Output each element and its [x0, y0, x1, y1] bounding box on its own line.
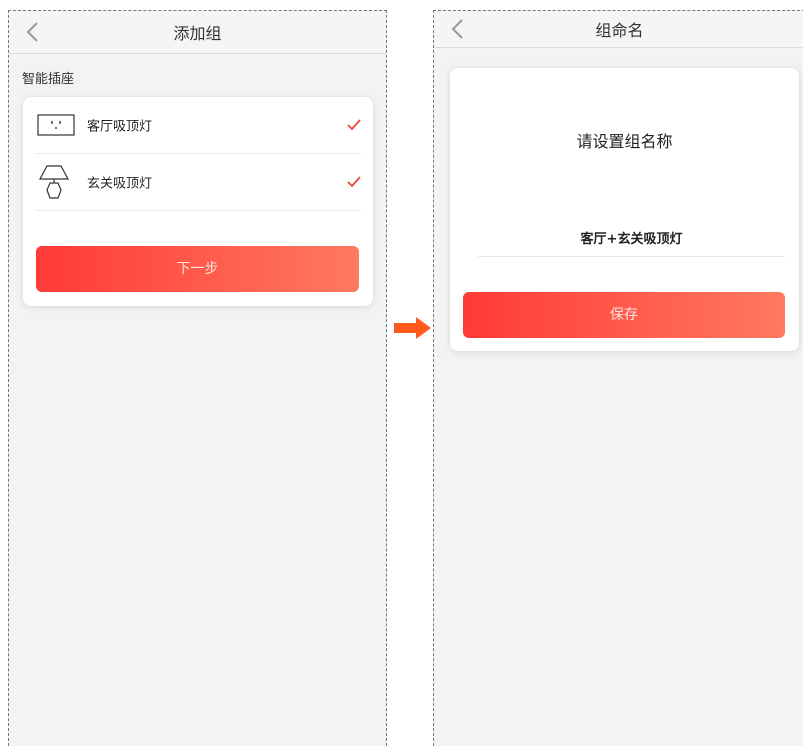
nav-bar: 组命名	[434, 11, 803, 48]
check-icon[interactable]	[347, 119, 361, 131]
dialog-title: 请设置组名称	[576, 132, 673, 151]
nav-bar: 添加组	[9, 11, 386, 54]
group-naming-screen: 组命名 请设置组名称 保存	[433, 10, 803, 746]
lamp-icon	[38, 165, 70, 199]
device-row-entrance[interactable]: 玄关吸顶灯	[35, 154, 361, 211]
check-icon[interactable]	[347, 176, 361, 188]
device-name: 玄关吸顶灯	[87, 176, 153, 192]
next-step-button[interactable]: 下一步	[36, 246, 359, 292]
device-row-living-room[interactable]: 客厅吸顶灯	[35, 97, 361, 154]
device-list-card: 客厅吸顶灯 玄关吸顶灯 下一步	[23, 97, 373, 306]
group-name-input[interactable]	[478, 218, 785, 257]
device-name: 客厅吸顶灯	[87, 119, 153, 135]
group-name-card: 请设置组名称 保存	[450, 68, 799, 351]
arrow-right-icon	[394, 317, 431, 339]
add-group-screen: 添加组 智能插座 客厅吸顶灯 玄关吸顶灯 下一步	[8, 10, 387, 746]
section-label: 智能插座	[22, 72, 75, 87]
socket-icon	[37, 114, 75, 136]
save-button[interactable]: 保存	[463, 292, 785, 338]
page-title: 添加组	[173, 24, 222, 43]
page-title: 组命名	[595, 21, 644, 40]
